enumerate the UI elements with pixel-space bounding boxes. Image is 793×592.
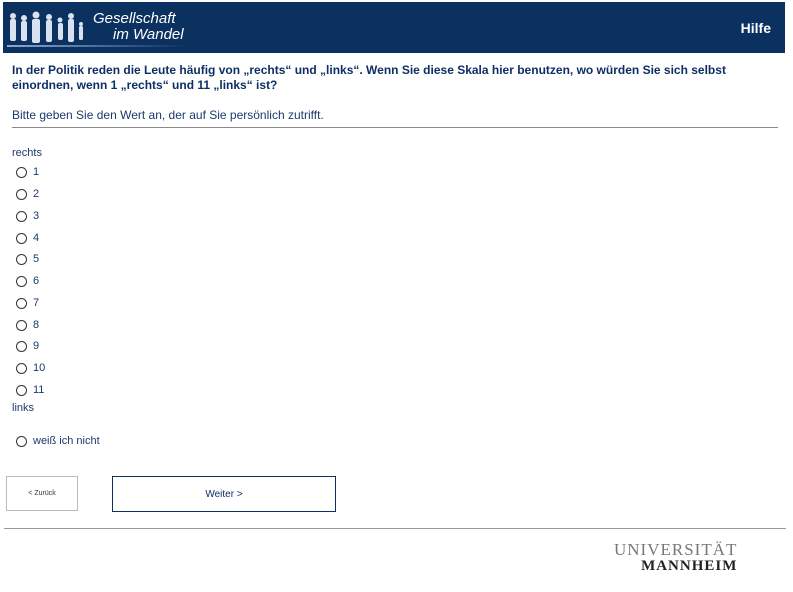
radio-option-4[interactable]: 4: [16, 231, 39, 245]
radio-option-10[interactable]: 10: [16, 361, 45, 375]
option-label: weiß ich nicht: [33, 435, 100, 447]
radio-option-8[interactable]: 8: [16, 318, 39, 332]
radio-option-9[interactable]: 9: [16, 339, 39, 353]
option-label: 2: [33, 188, 40, 200]
option-label: 5: [33, 253, 40, 265]
help-link[interactable]: Hilfe: [741, 20, 771, 36]
radio-button[interactable]: [16, 319, 27, 331]
radio-option-11[interactable]: 11: [16, 383, 44, 397]
logo-text: Gesellschaft im Wandel: [93, 11, 184, 43]
radio-option-6[interactable]: 6: [16, 274, 39, 288]
logo-line2: im Wandel: [113, 26, 184, 43]
option-label: 6: [33, 275, 40, 287]
radio-button[interactable]: [16, 232, 27, 244]
option-label: 3: [33, 210, 40, 222]
uni-line1: UNIVERSITÄT: [614, 540, 738, 559]
radio-option-dont-know[interactable]: weiß ich nicht: [16, 434, 100, 448]
divider: [12, 127, 778, 128]
radio-button[interactable]: [16, 362, 27, 374]
uni-line2: MANNHEIM: [641, 558, 738, 574]
option-label: 11: [33, 384, 45, 396]
radio-button[interactable]: [16, 166, 27, 178]
logo-underline: [7, 45, 187, 47]
instruction-text: Bitte geben Sie den Wert an, der auf Sie…: [12, 108, 324, 122]
radio-button[interactable]: [16, 253, 27, 265]
radio-option-2[interactable]: 2: [16, 187, 39, 201]
option-label: 10: [33, 362, 46, 374]
footer-divider: [4, 528, 786, 529]
radio-button[interactable]: [16, 435, 27, 447]
radio-button[interactable]: [16, 210, 27, 222]
radio-button[interactable]: [16, 297, 27, 309]
logo-line1: Gesellschaft: [93, 10, 176, 27]
radio-option-1[interactable]: 1: [16, 165, 39, 179]
scale-top-label: rechts: [12, 147, 42, 159]
question-text: In der Politik reden die Leute häufig vo…: [12, 63, 726, 92]
back-button[interactable]: < Zurück: [6, 476, 78, 511]
option-label: 4: [33, 232, 40, 244]
radio-button[interactable]: [16, 188, 27, 200]
option-label: 1: [33, 166, 40, 178]
radio-option-7[interactable]: 7: [16, 296, 39, 310]
option-label: 9: [33, 340, 40, 352]
radio-option-5[interactable]: 5: [16, 252, 39, 266]
radio-option-3[interactable]: 3: [16, 209, 39, 223]
scale-bottom-label: links: [12, 402, 35, 414]
header-bar: Gesellschaft im Wandel Hilfe: [3, 2, 785, 53]
radio-button[interactable]: [16, 384, 27, 396]
radio-button[interactable]: [16, 275, 27, 287]
next-button[interactable]: Weiter >: [112, 476, 336, 512]
university-logo: UNIVERSITÄT MANNHEIM: [614, 541, 737, 574]
option-label: 7: [33, 297, 40, 309]
option-label: 8: [33, 319, 40, 331]
radio-button[interactable]: [16, 340, 27, 352]
